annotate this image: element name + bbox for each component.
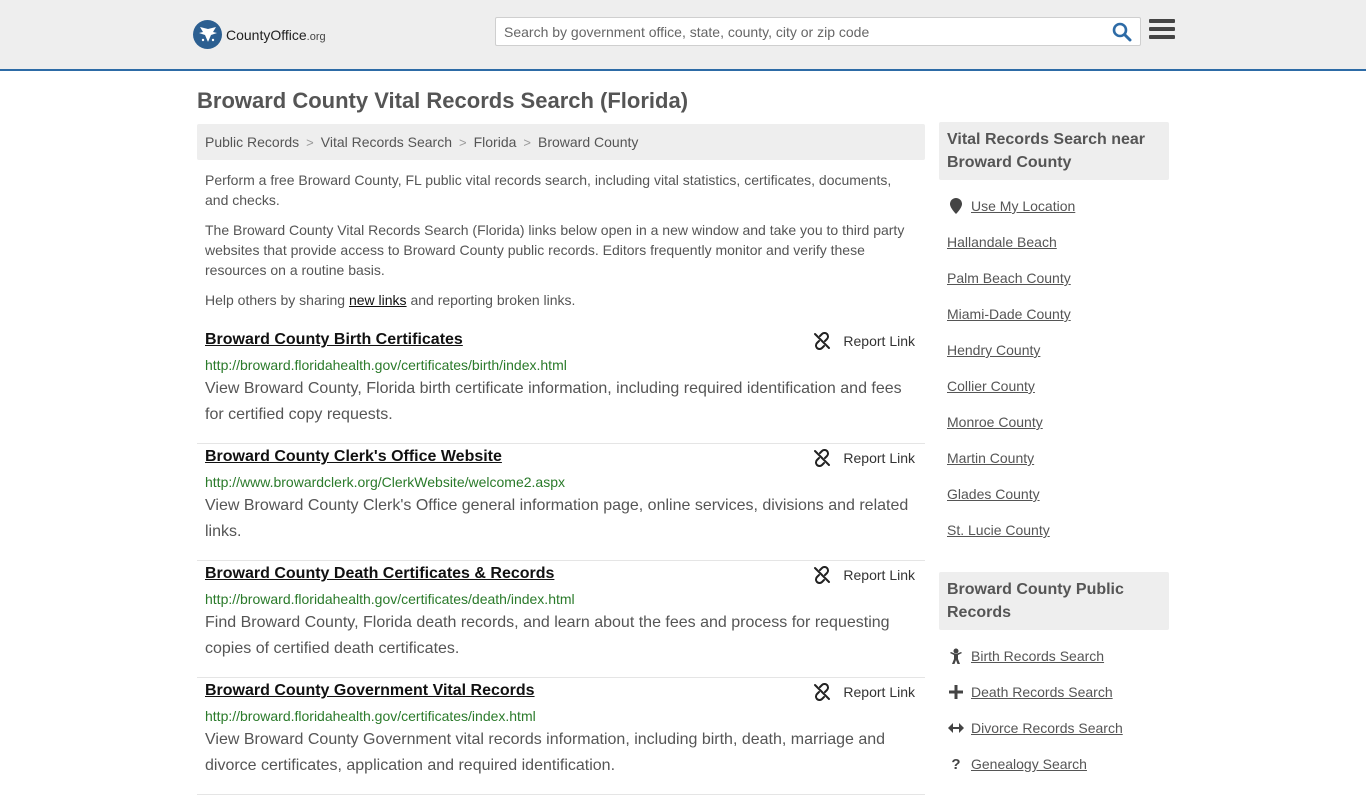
sidebar-item-martin-county: Martin County bbox=[939, 440, 1169, 476]
result-title-link[interactable]: Broward County Government Vital Records bbox=[205, 682, 535, 700]
breadcrumb-separator: > bbox=[306, 134, 314, 150]
page-title: Broward County Vital Records Search (Flo… bbox=[197, 88, 689, 113]
sidebar-item-divorce-records: Divorce Records Search bbox=[939, 710, 1169, 746]
sidebar-item-genealogy: ? Genealogy Search bbox=[939, 746, 1169, 782]
nearby-link[interactable]: Miami-Dade County bbox=[947, 306, 1071, 322]
broken-link-icon bbox=[814, 566, 831, 584]
sidebar-nearby: Vital Records Search near Broward County… bbox=[939, 122, 1169, 548]
broken-link-icon bbox=[814, 332, 831, 350]
broken-link-icon bbox=[814, 683, 831, 701]
question-icon: ? bbox=[951, 755, 961, 773]
public-records-link[interactable]: Death Records Search bbox=[971, 684, 1113, 700]
result-item: Broward County Birth Certificates Report… bbox=[197, 327, 925, 444]
result-url: http://www.browardclerk.org/ClerkWebsite… bbox=[205, 474, 565, 490]
nearby-link[interactable]: Hallandale Beach bbox=[947, 234, 1057, 250]
public-records-link[interactable]: Birth Records Search bbox=[971, 648, 1104, 664]
nearby-link[interactable]: St. Lucie County bbox=[947, 522, 1050, 538]
result-description: Find Broward County, Florida death recor… bbox=[205, 614, 890, 657]
breadcrumb-florida[interactable]: Florida bbox=[474, 134, 517, 150]
sidebar-item-monroe-county: Monroe County bbox=[939, 404, 1169, 440]
result-item: Broward County Death Certificates & Reco… bbox=[197, 561, 925, 678]
breadcrumb: Public Records > Vital Records Search > … bbox=[197, 124, 925, 160]
results-list: Broward County Birth Certificates Report… bbox=[197, 327, 925, 795]
site-header: CountyOffice.org bbox=[0, 0, 1366, 71]
report-link-button[interactable]: Report Link bbox=[813, 683, 915, 701]
breadcrumb-separator: > bbox=[523, 134, 531, 150]
result-description: View Broward County, Florida birth certi… bbox=[205, 380, 902, 423]
public-records-link[interactable]: Divorce Records Search bbox=[971, 720, 1123, 736]
result-url: http://broward.floridahealth.gov/certifi… bbox=[205, 357, 567, 373]
sidebar-public-records: Broward County Public Records Birth Reco… bbox=[939, 572, 1169, 782]
nearby-link[interactable]: Palm Beach County bbox=[947, 270, 1071, 286]
public-records-link[interactable]: Genealogy Search bbox=[971, 756, 1087, 772]
result-url: http://broward.floridahealth.gov/certifi… bbox=[205, 591, 575, 607]
nearby-link[interactable]: Hendry County bbox=[947, 342, 1040, 358]
new-links-link[interactable]: new links bbox=[349, 292, 407, 308]
sidebar-item-hallandale-beach: Hallandale Beach bbox=[939, 224, 1169, 260]
broken-link-icon bbox=[814, 449, 831, 467]
eagle-logo-icon bbox=[193, 20, 222, 49]
sidebar-item-death-records: Death Records Search bbox=[939, 674, 1169, 710]
breadcrumb-broward-county[interactable]: Broward County bbox=[538, 134, 638, 150]
result-item: Broward County Government Vital Records … bbox=[197, 678, 925, 795]
site-logo[interactable]: CountyOffice.org bbox=[193, 20, 326, 49]
result-item: Broward County Clerk's Office Website Re… bbox=[197, 444, 925, 561]
intro-paragraph: The Broward County Vital Records Search … bbox=[205, 222, 905, 278]
nearby-link[interactable]: Martin County bbox=[947, 450, 1034, 466]
search-input[interactable] bbox=[496, 18, 1096, 45]
result-title-link[interactable]: Broward County Death Certificates & Reco… bbox=[205, 565, 554, 583]
nearby-list: Use My Location Hallandale Beach Palm Be… bbox=[939, 188, 1169, 548]
search-icon[interactable] bbox=[1112, 22, 1134, 42]
result-description: View Broward County Government vital rec… bbox=[205, 731, 886, 774]
intro-text: Perform a free Broward County, FL public… bbox=[205, 170, 917, 320]
use-location-link[interactable]: Use My Location bbox=[971, 198, 1075, 214]
public-records-list: Birth Records Search Death Records Searc… bbox=[939, 638, 1169, 782]
result-url: http://broward.floridahealth.gov/certifi… bbox=[205, 708, 536, 724]
report-link-button[interactable]: Report Link bbox=[813, 332, 915, 350]
sidebar-heading: Broward County Public Records bbox=[939, 572, 1169, 630]
nearby-link[interactable]: Monroe County bbox=[947, 414, 1043, 430]
sidebar-item-st-lucie-county: St. Lucie County bbox=[939, 512, 1169, 548]
report-link-button[interactable]: Report Link bbox=[813, 566, 915, 584]
logo-wordmark: CountyOffice.org bbox=[226, 26, 326, 43]
nearby-link[interactable]: Collier County bbox=[947, 378, 1035, 394]
sidebar-item-birth-records: Birth Records Search bbox=[939, 638, 1169, 674]
intro-paragraph: Help others by sharing new links and rep… bbox=[205, 292, 576, 308]
sidebar-item-glades-county: Glades County bbox=[939, 476, 1169, 512]
sidebar-item-collier-county: Collier County bbox=[939, 368, 1169, 404]
breadcrumb-separator: > bbox=[459, 134, 467, 150]
sidebar-item-palm-beach-county: Palm Beach County bbox=[939, 260, 1169, 296]
cross-icon bbox=[947, 685, 965, 699]
arrows-horizontal-icon bbox=[947, 723, 965, 733]
sidebar-item-miami-dade-county: Miami-Dade County bbox=[939, 296, 1169, 332]
result-description: View Broward County Clerk's Office gener… bbox=[205, 497, 909, 540]
sidebar-heading: Vital Records Search near Broward County bbox=[939, 122, 1169, 180]
search-bar bbox=[495, 17, 1141, 46]
use-location-item: Use My Location bbox=[939, 188, 1169, 224]
result-title-link[interactable]: Broward County Birth Certificates bbox=[205, 331, 463, 349]
result-title-link[interactable]: Broward County Clerk's Office Website bbox=[205, 448, 502, 466]
nearby-link[interactable]: Glades County bbox=[947, 486, 1040, 502]
sidebar-item-hendry-county: Hendry County bbox=[939, 332, 1169, 368]
report-link-button[interactable]: Report Link bbox=[813, 449, 915, 467]
breadcrumb-public-records[interactable]: Public Records bbox=[205, 134, 299, 150]
map-pin-icon bbox=[947, 198, 965, 214]
breadcrumb-vital-records-search[interactable]: Vital Records Search bbox=[321, 134, 452, 150]
baby-icon bbox=[947, 648, 965, 664]
hamburger-menu-icon[interactable] bbox=[1149, 19, 1175, 41]
intro-paragraph: Perform a free Broward County, FL public… bbox=[205, 172, 892, 208]
